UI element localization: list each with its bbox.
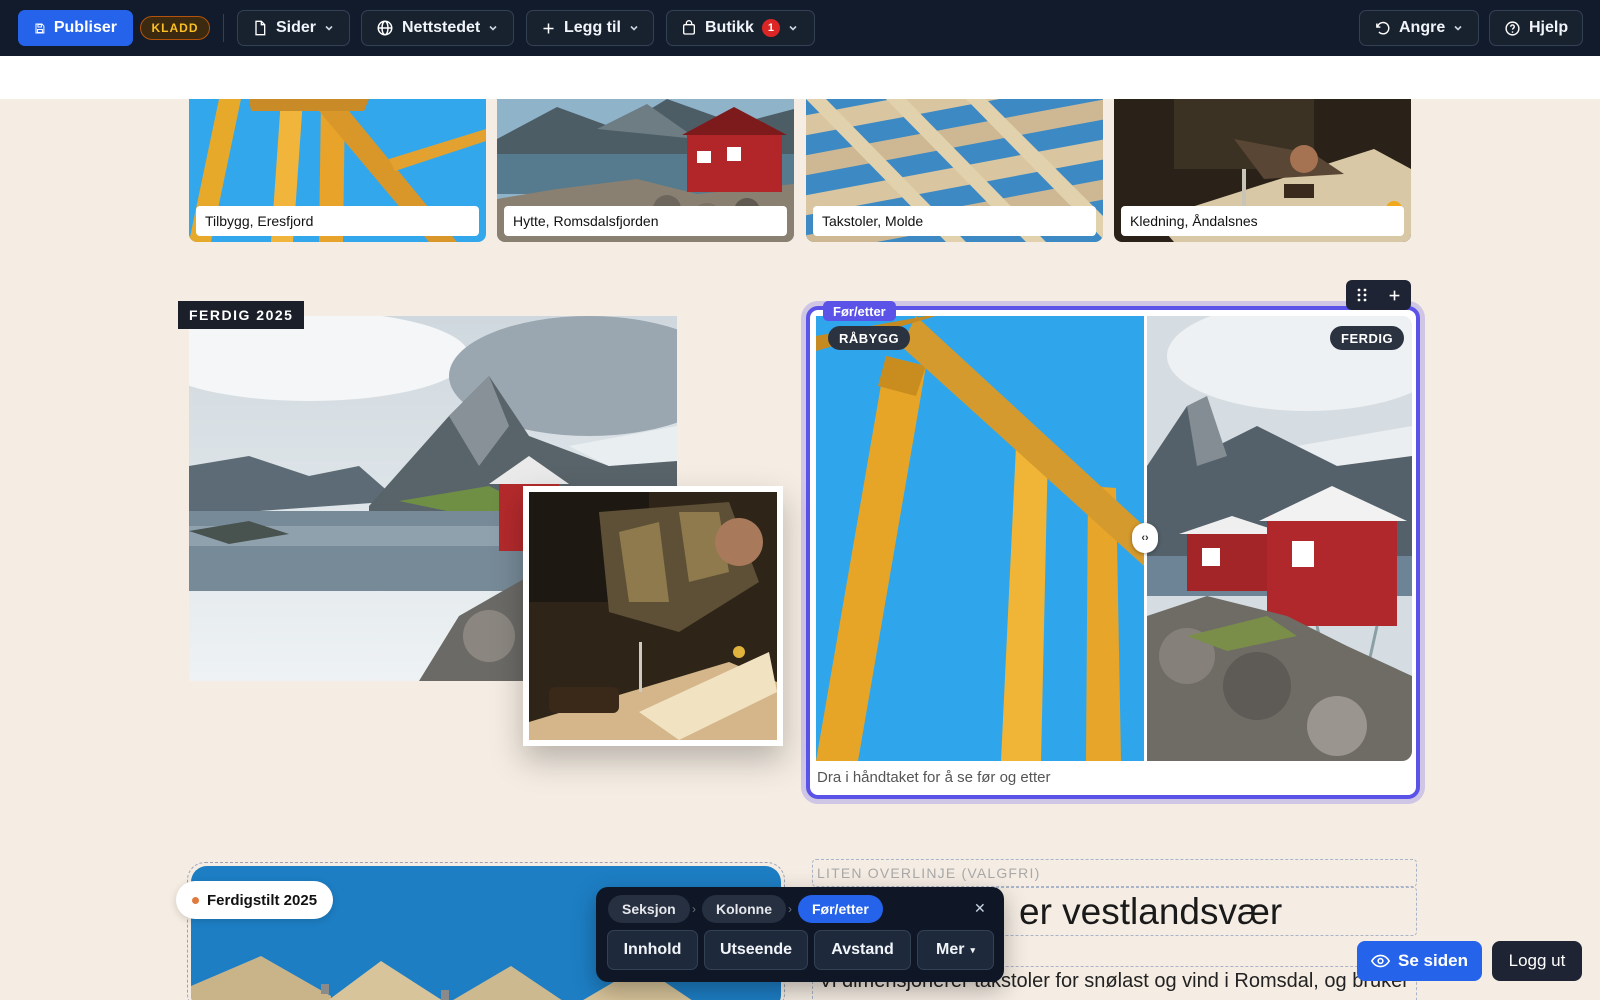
drag-handle-icon[interactable] bbox=[1356, 288, 1368, 302]
before-label: RÅBYGG bbox=[828, 326, 911, 350]
gallery-item[interactable]: Kledning, Åndalsnes bbox=[1114, 99, 1411, 242]
page-header-strip bbox=[0, 56, 1600, 99]
undo-label: Angre bbox=[1399, 19, 1446, 36]
gallery-caption: Hytte, Romsdalsfjorden bbox=[504, 206, 787, 236]
completed-label: Ferdigstilt 2025 bbox=[207, 891, 318, 909]
collage-overlay-photo[interactable] bbox=[523, 486, 783, 746]
publish-button[interactable]: Publiser bbox=[18, 10, 133, 46]
globe-icon bbox=[377, 20, 393, 36]
save-icon bbox=[35, 23, 45, 33]
gallery-item[interactable]: Hytte, Romsdalsfjorden bbox=[497, 99, 794, 242]
shopping-bag-icon bbox=[683, 20, 695, 35]
gallery-item[interactable]: Takstoler, Molde bbox=[806, 99, 1103, 242]
gallery-caption: Tilbygg, Eresfjord bbox=[196, 206, 479, 236]
more-label: Mer bbox=[936, 941, 965, 958]
logout-button[interactable]: Logg ut bbox=[1492, 941, 1582, 981]
gallery-item[interactable]: Tilbygg, Eresfjord bbox=[189, 99, 486, 242]
gallery-caption: Takstoler, Molde bbox=[813, 206, 1096, 236]
plus-icon bbox=[543, 23, 554, 33]
gallery-caption: Kledning, Åndalsnes bbox=[1121, 206, 1404, 236]
add-menu-button[interactable]: Legg til bbox=[526, 10, 654, 46]
after-label: FERDIG bbox=[1330, 326, 1405, 350]
breadcrumb-section[interactable]: Seksjon bbox=[608, 895, 690, 923]
toolbar-divider bbox=[223, 14, 224, 42]
undo-menu-button[interactable]: Angre bbox=[1359, 10, 1479, 46]
chevron-down-icon bbox=[489, 25, 497, 31]
completed-badge: Ferdigstilt 2025 bbox=[176, 881, 334, 919]
floating-edit-toolbar: Seksjon › Kolonne › Før/etter ✕ Innhold … bbox=[596, 887, 1004, 982]
headline-text: er vestlandsvær bbox=[1019, 890, 1283, 932]
before-after-caption[interactable]: Dra i håndtaket for å se før og etter bbox=[817, 769, 1050, 786]
after-image bbox=[1147, 316, 1412, 761]
pages-label: Sider bbox=[276, 19, 317, 36]
chevron-down-icon bbox=[1454, 25, 1462, 31]
chevron-down-icon bbox=[630, 25, 638, 31]
appearance-tab-button[interactable]: Utseende bbox=[704, 930, 808, 970]
craftsman-photo bbox=[529, 492, 777, 740]
add-label: Legg til bbox=[564, 19, 621, 36]
eye-icon bbox=[1371, 954, 1391, 968]
before-image bbox=[816, 316, 1144, 761]
caret-down-icon: ▾ bbox=[970, 944, 975, 955]
year-tag: FERDIG 2025 bbox=[178, 301, 305, 329]
help-button[interactable]: Hjelp bbox=[1489, 10, 1583, 46]
help-label: Hjelp bbox=[1529, 19, 1569, 36]
close-icon[interactable]: ✕ bbox=[974, 900, 986, 917]
draft-status-badge: KLADD bbox=[140, 16, 210, 40]
block-type-label: Før/etter bbox=[823, 301, 896, 321]
view-site-button[interactable]: Se siden bbox=[1357, 941, 1482, 981]
publish-label: Publiser bbox=[53, 19, 117, 36]
more-menu-button[interactable]: Mer ▾ bbox=[917, 930, 994, 970]
website-menu-button[interactable]: Nettstedet bbox=[361, 10, 514, 46]
page-icon bbox=[255, 20, 266, 36]
view-site-label: Se siden bbox=[1398, 951, 1468, 970]
content-tab-button[interactable]: Innhold bbox=[607, 930, 698, 970]
chevron-down-icon bbox=[325, 25, 333, 31]
help-icon bbox=[1505, 20, 1520, 36]
website-label: Nettstedet bbox=[402, 19, 481, 36]
undo-icon bbox=[1376, 21, 1390, 34]
breadcrumb-before-after[interactable]: Før/etter bbox=[798, 895, 883, 923]
shop-menu-button[interactable]: Butikk 1 bbox=[666, 10, 815, 46]
chevron-down-icon bbox=[789, 25, 797, 31]
status-dot-icon bbox=[192, 896, 199, 904]
pages-menu-button[interactable]: Sider bbox=[237, 10, 350, 46]
finished-cabin-photo bbox=[1147, 316, 1412, 761]
compare-slider-handle[interactable]: ‹› bbox=[1132, 523, 1158, 553]
shop-notification-badge: 1 bbox=[761, 19, 780, 37]
add-block-icon[interactable] bbox=[1388, 289, 1401, 302]
top-toolbar: Publiser KLADD Sider Nettstedet Legg til… bbox=[0, 0, 1600, 56]
block-tools bbox=[1346, 280, 1411, 310]
spacing-tab-button[interactable]: Avstand bbox=[814, 930, 911, 970]
breadcrumb-separator: › bbox=[692, 902, 696, 916]
overline-field[interactable]: LITEN OVERLINJE (VALGFRI) bbox=[812, 859, 1417, 887]
breadcrumb-column[interactable]: Kolonne bbox=[702, 895, 786, 923]
breadcrumb-separator: › bbox=[788, 902, 792, 916]
shop-label: Butikk bbox=[705, 19, 754, 36]
raw-frame-photo bbox=[816, 316, 1144, 761]
